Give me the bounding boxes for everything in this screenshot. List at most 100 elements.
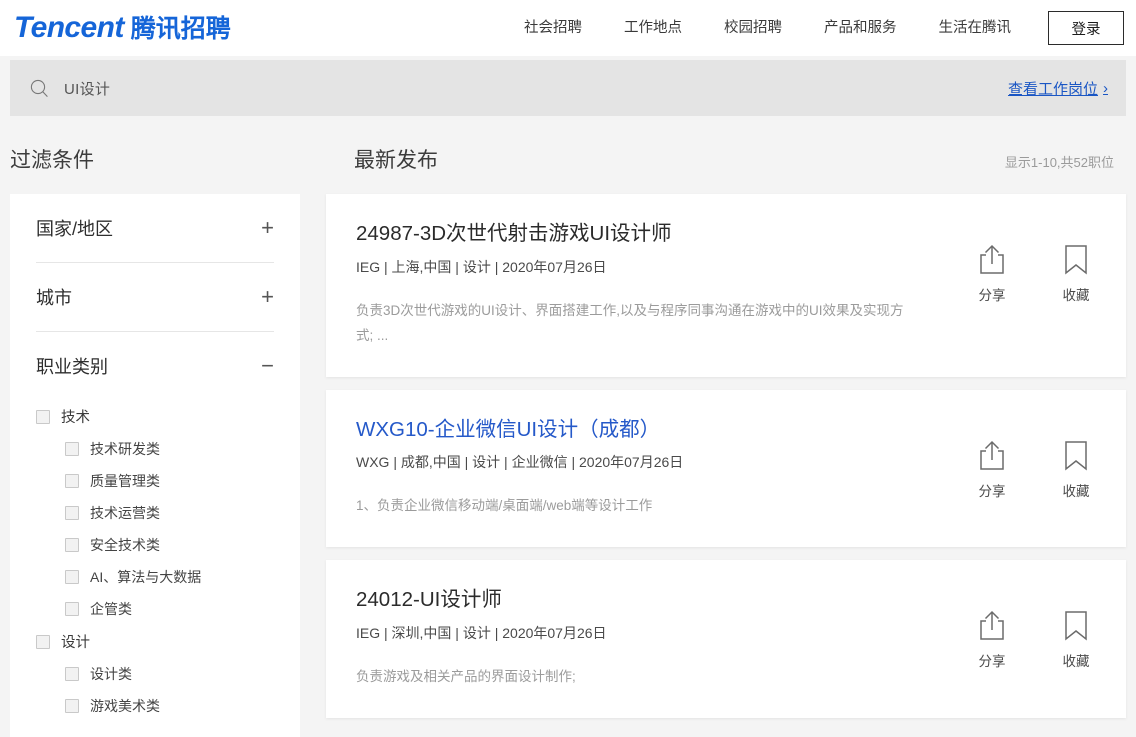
plus-icon[interactable]: + (261, 217, 274, 239)
job-card[interactable]: 24987-3D次世代射击游戏UI设计师 IEG | 上海,中国 | 设计 | … (326, 194, 1126, 377)
tencent-logo[interactable]: Tencent 腾讯招聘 (14, 13, 231, 43)
bookmark-button[interactable]: 收藏 (1056, 610, 1096, 670)
plus-icon[interactable]: + (261, 286, 274, 308)
filter-option-game-art[interactable]: 游戏美术类 (36, 690, 274, 722)
share-button[interactable]: 分享 (972, 440, 1012, 500)
job-card-actions: 分享 收藏 (972, 220, 1096, 304)
checkbox[interactable] (36, 409, 50, 424)
filter-group-country: 国家/地区 + (36, 194, 274, 263)
nav-item-work-locations[interactable]: 工作地点 (603, 0, 703, 56)
minus-icon[interactable]: − (261, 355, 274, 377)
share-button[interactable]: 分享 (972, 610, 1012, 670)
share-label: 分享 (978, 288, 1006, 303)
checkbox[interactable] (65, 602, 79, 616)
filter-options-list: 技术 技术研发类 质量管理类 技术运营类 安全技术类 AI、算法与大数据 企管类… (36, 400, 274, 728)
checkbox[interactable] (65, 667, 79, 681)
filter-option-technology[interactable]: 技术 (36, 400, 274, 433)
site-header: Tencent 腾讯招聘 社会招聘 工作地点 校园招聘 产品和服务 生活在腾讯 … (0, 0, 1136, 56)
job-card[interactable]: 24012-UI设计师 IEG | 深圳,中国 | 设计 | 2020年07月2… (326, 560, 1126, 718)
filter-option-label: 设计类 (90, 666, 132, 682)
filter-option-corporate-management[interactable]: 企管类 (36, 593, 274, 625)
filter-sidebar: 过滤条件 国家/地区 + 城市 + 职业类别 − 技术 技术研发类 质量管理类 … (10, 116, 300, 737)
nav-item-campus-recruitment[interactable]: 校园招聘 (703, 0, 803, 56)
share-icon (977, 244, 1007, 275)
filter-option-label: 技术研发类 (90, 441, 160, 457)
filter-group-job-category: 职业类别 − 技术 技术研发类 质量管理类 技术运营类 安全技术类 AI、算法与… (36, 332, 274, 728)
bookmark-label: 收藏 (1062, 483, 1090, 499)
chevron-right-icon: › (1103, 79, 1108, 97)
checkbox[interactable] (65, 442, 79, 456)
filter-option-label: AI、算法与大数据 (90, 569, 202, 585)
filter-option-label: 游戏美术类 (90, 698, 160, 714)
filter-option-label: 企管类 (90, 601, 132, 617)
filter-group-job-category-label: 职业类别 (36, 357, 108, 377)
filter-option-ai-algorithms-bigdata[interactable]: AI、算法与大数据 (36, 561, 274, 593)
checkbox[interactable] (65, 474, 79, 488)
filter-option-label: 技术运营类 (90, 505, 160, 521)
share-button[interactable]: 分享 (972, 244, 1012, 304)
nav-item-products-services[interactable]: 产品和服务 (803, 0, 918, 56)
bookmark-button[interactable]: 收藏 (1056, 440, 1096, 500)
job-description: 负责游戏及相关产品的界面设计制作; (356, 668, 576, 684)
job-results: 最新发布 显示1-10,共52职位 24987-3D次世代射击游戏UI设计师 I… (300, 116, 1126, 718)
main-navigation: 社会招聘 工作地点 校园招聘 产品和服务 生活在腾讯 登录 (503, 0, 1124, 56)
filter-option-tech-operations[interactable]: 技术运营类 (36, 497, 274, 529)
job-title[interactable]: WXG10-企业微信UI设计（成都） (356, 416, 954, 444)
search-icon (30, 79, 49, 98)
job-meta: IEG | 上海,中国 | 设计 | 2020年07月26日 (356, 258, 607, 275)
filter-option-label: 设计 (61, 635, 90, 651)
result-count: 显示1-10,共52职位 (1004, 155, 1114, 170)
logo-text-en: Tencent (14, 11, 124, 44)
view-jobs-label: 查看工作岗位 (1007, 80, 1098, 98)
filter-group-city-header[interactable]: 城市 + (36, 263, 274, 331)
filter-panel-title: 过滤条件 (10, 149, 94, 172)
job-title[interactable]: 24012-UI设计师 (356, 586, 954, 614)
checkbox[interactable] (65, 506, 79, 520)
search-input[interactable]: UI设计 (64, 78, 1008, 99)
page-title: 最新发布 (354, 149, 438, 172)
checkbox[interactable] (65, 570, 79, 584)
bookmark-button[interactable]: 收藏 (1056, 244, 1096, 304)
job-list: 24987-3D次世代射击游戏UI设计师 IEG | 上海,中国 | 设计 | … (326, 194, 1126, 718)
page-content: 过滤条件 国家/地区 + 城市 + 职业类别 − 技术 技术研发类 质量管理类 … (0, 116, 1136, 737)
filter-group-country-header[interactable]: 国家/地区 + (36, 194, 274, 262)
job-results-header: 最新发布 显示1-10,共52职位 (326, 116, 1126, 194)
bookmark-label: 收藏 (1062, 654, 1090, 670)
filter-group-city: 城市 + (36, 263, 274, 332)
checkbox[interactable] (36, 634, 50, 649)
bookmark-label: 收藏 (1062, 288, 1090, 303)
view-jobs-link[interactable]: 查看工作岗位 › (1008, 78, 1108, 99)
search-bar: UI设计 查看工作岗位 › (10, 60, 1126, 116)
filter-option-label: 技术 (61, 410, 90, 426)
job-title[interactable]: 24987-3D次世代射击游戏UI设计师 (356, 220, 954, 248)
filter-option-quality-management[interactable]: 质量管理类 (36, 465, 274, 497)
bookmark-icon (1063, 244, 1089, 275)
job-description: 1、负责企业微信移动端/桌面端/web端等设计工作 (356, 498, 653, 514)
bookmark-icon (1063, 440, 1089, 471)
filter-group-country-label: 国家/地区 (36, 219, 114, 239)
job-meta: IEG | 深圳,中国 | 设计 | 2020年07月26日 (356, 624, 607, 641)
share-icon (977, 610, 1007, 641)
job-card-actions: 分享 收藏 (972, 586, 1096, 670)
job-card-main: WXG10-企业微信UI设计（成都） WXG | 成都,中国 | 设计 | 企业… (356, 416, 972, 520)
share-icon (977, 440, 1007, 471)
checkbox[interactable] (65, 699, 79, 713)
login-button[interactable]: 登录 (1048, 11, 1124, 45)
filter-option-design[interactable]: 设计 (36, 625, 274, 658)
nav-item-life-at-tencent[interactable]: 生活在腾讯 (918, 0, 1033, 56)
filter-option-security-tech[interactable]: 安全技术类 (36, 529, 274, 561)
filter-option-tech-rnd[interactable]: 技术研发类 (36, 433, 274, 465)
checkbox[interactable] (65, 538, 79, 552)
filter-panel: 国家/地区 + 城市 + 职业类别 − 技术 技术研发类 质量管理类 技术运营类… (10, 194, 300, 737)
job-card-actions: 分享 收藏 (972, 416, 1096, 500)
job-meta: WXG | 成都,中国 | 设计 | 企业微信 | 2020年07月26日 (356, 454, 684, 471)
filter-option-design-category[interactable]: 设计类 (36, 658, 274, 690)
logo-text-cn: 腾讯招聘 (130, 15, 231, 43)
share-label: 分享 (978, 654, 1006, 670)
nav-item-social-recruitment[interactable]: 社会招聘 (503, 0, 603, 56)
filter-option-label: 安全技术类 (90, 537, 160, 553)
bookmark-icon (1063, 610, 1089, 641)
filter-group-job-category-header[interactable]: 职业类别 − (36, 332, 274, 400)
job-card[interactable]: WXG10-企业微信UI设计（成都） WXG | 成都,中国 | 设计 | 企业… (326, 389, 1126, 548)
filter-group-city-label: 城市 (36, 288, 72, 308)
